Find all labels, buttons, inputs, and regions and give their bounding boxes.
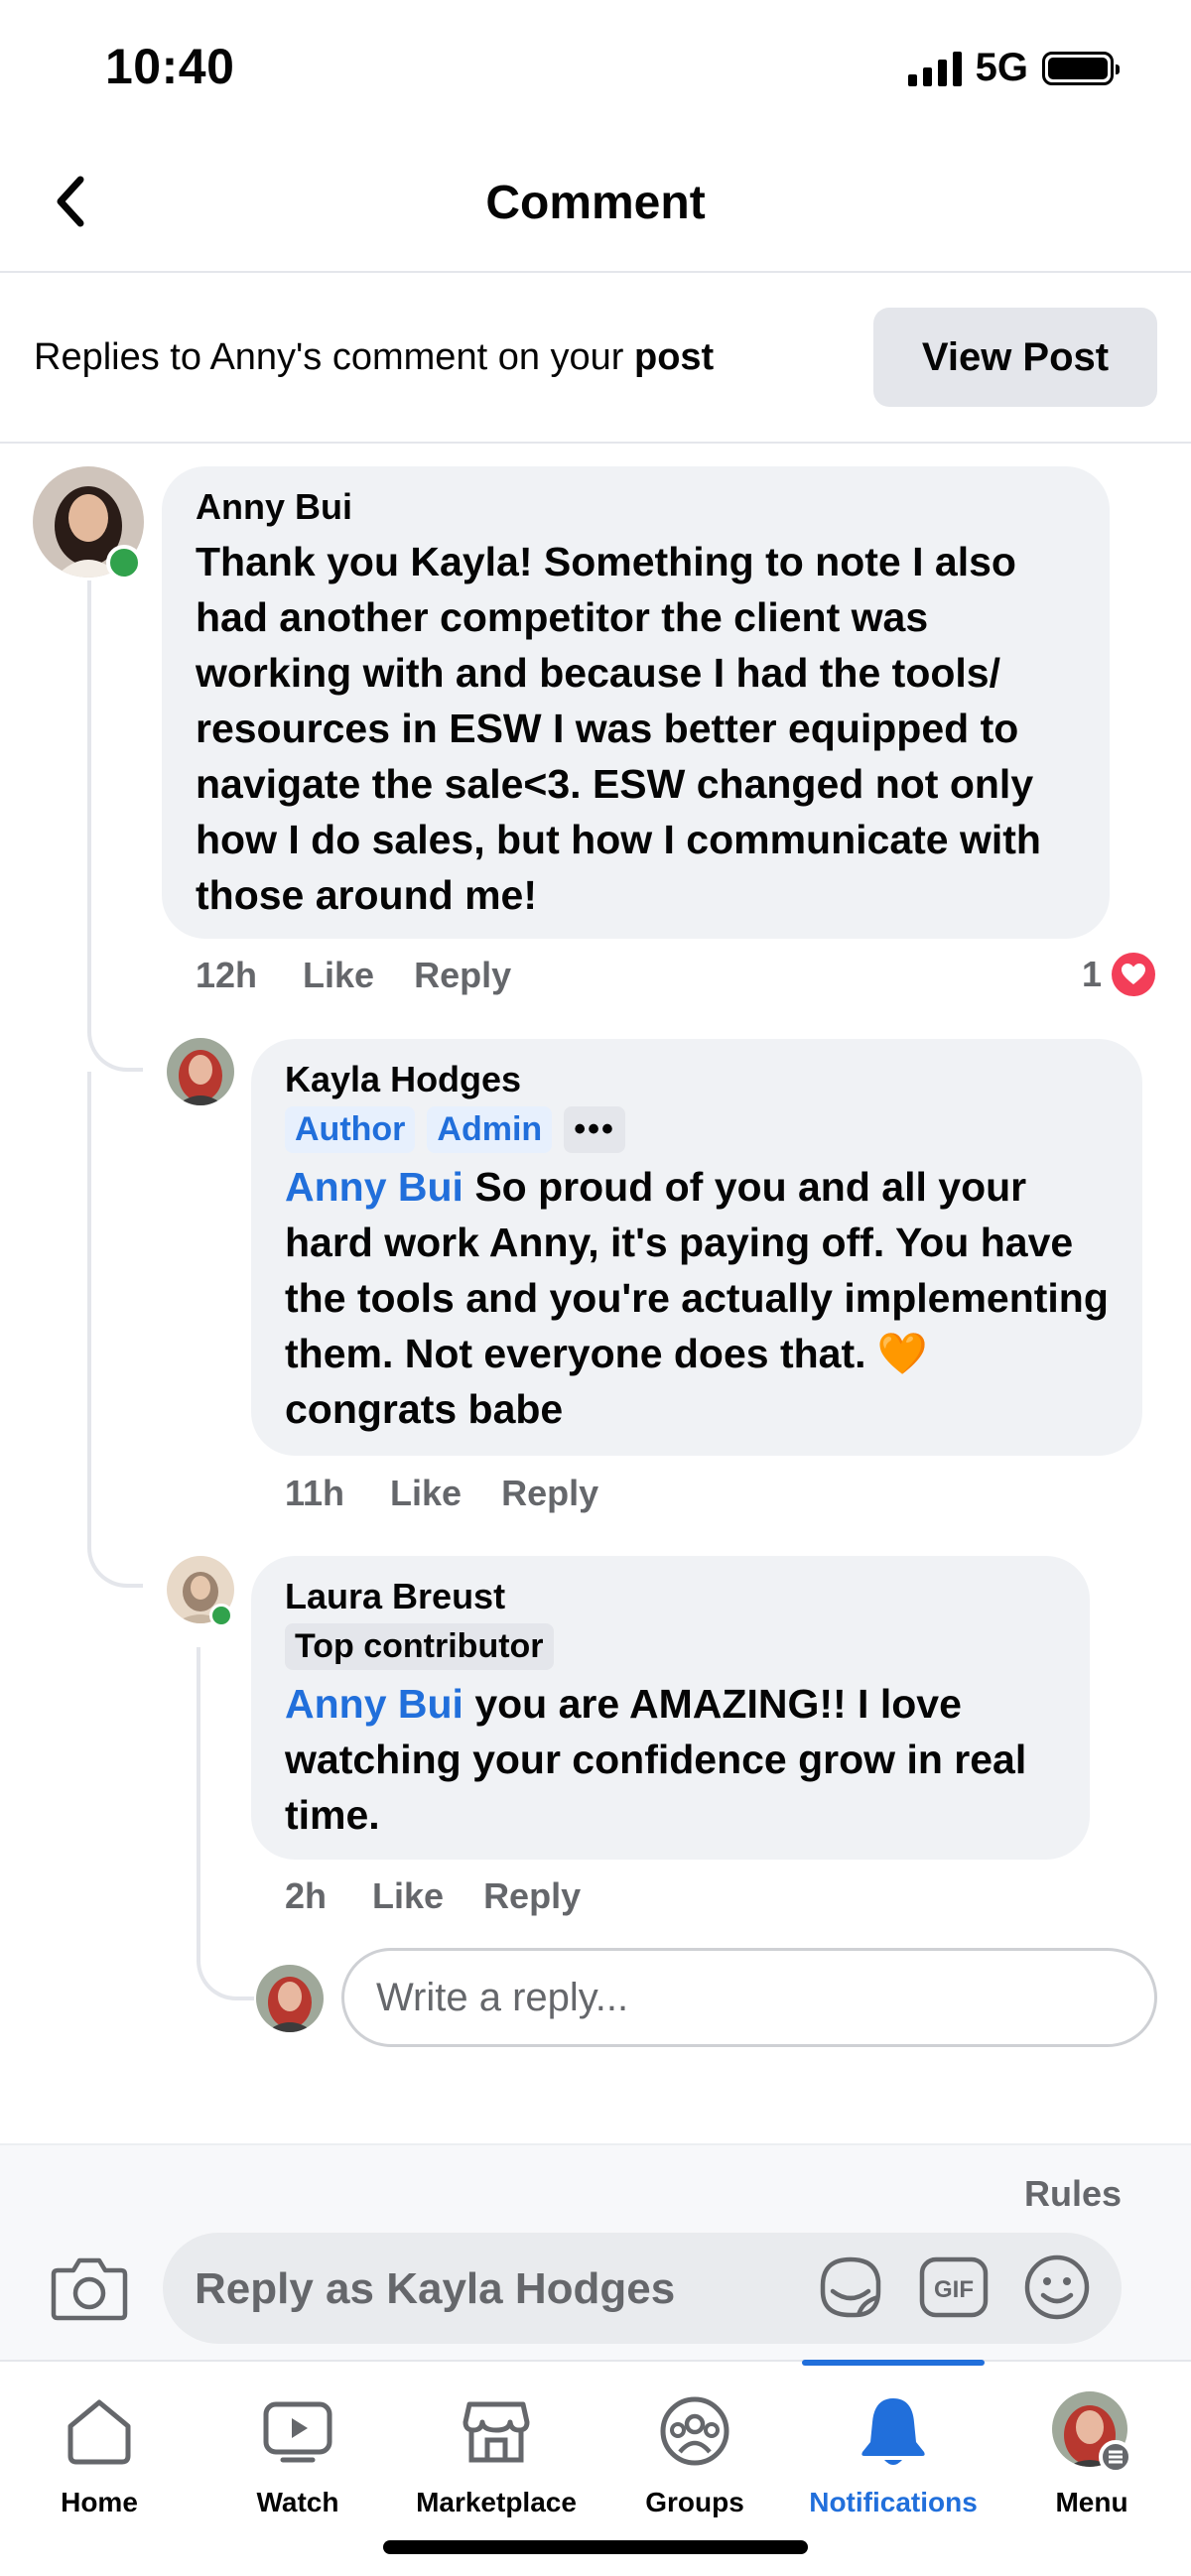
like-button[interactable]: Like	[372, 1875, 444, 1917]
marketplace-icon	[455, 2389, 538, 2473]
emoji-button[interactable]	[1020, 2251, 1094, 2324]
tab-label: Marketplace	[416, 2487, 577, 2517]
composer-area: Rules Reply as Kayla Hodges GIF	[0, 2143, 1191, 2360]
tab-label: Groups	[645, 2487, 744, 2517]
comment-text: Thank you Kayla! Something to note I als…	[196, 539, 1041, 918]
avatar[interactable]	[167, 1038, 234, 1105]
page-title: Comment	[485, 177, 706, 229]
camera-icon	[51, 2257, 128, 2321]
write-reply-input[interactable]: Write a reply...	[341, 1948, 1157, 2047]
tab-menu[interactable]: Menu	[992, 2362, 1191, 2576]
avatar	[256, 1965, 324, 2032]
write-reply-placeholder: Write a reply...	[376, 1975, 629, 2019]
reaction-summary[interactable]: 1	[1082, 953, 1155, 996]
battery-icon	[1042, 51, 1120, 85]
online-status-dot	[106, 545, 142, 580]
reply-button[interactable]: Reply	[501, 1473, 598, 1514]
view-post-button[interactable]: View Post	[873, 308, 1157, 407]
comment-actions: 12h Like Reply	[196, 955, 511, 996]
context-prefix: Replies to Anny's comment on your	[34, 336, 634, 378]
thread-connector	[87, 1002, 143, 1072]
thread-connector	[197, 1647, 254, 2000]
comment-text: Anny Bui So proud of you and all your ha…	[285, 1159, 1109, 1437]
menu-avatar	[1050, 2389, 1133, 2473]
context-bar: Replies to Anny's comment on your post V…	[0, 275, 1191, 444]
tab-label: Watch	[256, 2487, 339, 2517]
admin-badge: Admin	[427, 1106, 553, 1153]
badge-row: Author Admin •••	[285, 1106, 1109, 1153]
comment-text: Anny Bui you are AMAZING!! I love watchi…	[285, 1676, 1056, 1843]
top-nav-bar: Comment	[0, 134, 1191, 273]
sticker-icon	[820, 2256, 881, 2318]
tab-notifications[interactable]: Notifications	[794, 2362, 992, 2576]
thread-line	[87, 580, 91, 1007]
gif-icon: GIF	[919, 2256, 989, 2318]
tab-label: Notifications	[809, 2487, 978, 2517]
comment-composer-input[interactable]: Reply as Kayla Hodges GIF	[163, 2233, 1122, 2344]
camera-button[interactable]	[50, 2253, 129, 2322]
author-badge: Author	[285, 1106, 416, 1153]
comment-actions: 11h Like Reply	[285, 1473, 598, 1514]
context-post-word: post	[634, 336, 715, 378]
comment-bubble[interactable]: Kayla Hodges Author Admin ••• Anny Bui S…	[251, 1039, 1142, 1456]
badge-row: Top contributor	[285, 1623, 1056, 1670]
signal-icon	[907, 51, 962, 86]
avatar-sticker-button[interactable]	[814, 2251, 887, 2324]
mention-link[interactable]: Anny Bui	[285, 1681, 463, 1727]
reply-button[interactable]: Reply	[414, 955, 511, 996]
rules-link[interactable]: Rules	[1024, 2173, 1122, 2215]
online-status-dot	[209, 1604, 233, 1627]
comment-time: 2h	[285, 1875, 328, 1916]
gif-button[interactable]: GIF	[917, 2251, 991, 2324]
tab-watch[interactable]: Watch	[198, 2362, 397, 2576]
comment-time: 12h	[196, 955, 258, 995]
tab-home[interactable]: Home	[0, 2362, 198, 2576]
heart-icon	[1112, 953, 1155, 996]
like-button[interactable]: Like	[303, 955, 374, 996]
mention-link[interactable]: Anny Bui	[285, 1164, 463, 1210]
status-time: 10:40	[105, 39, 235, 94]
home-indicator	[383, 2540, 808, 2554]
comment-author[interactable]: Kayla Hodges	[285, 1059, 1109, 1100]
smiley-icon	[1024, 2254, 1090, 2320]
top-contributor-badge: Top contributor	[285, 1623, 554, 1670]
gif-label: GIF	[934, 2276, 974, 2303]
comment-author[interactable]: Anny Bui	[196, 486, 1076, 528]
comment-time: 11h	[285, 1473, 345, 1513]
status-bar: 10:40 5G	[0, 0, 1191, 134]
reply-button[interactable]: Reply	[483, 1875, 581, 1917]
comment-bubble[interactable]: Anny Bui Thank you Kayla! Something to n…	[162, 466, 1110, 939]
comment-author[interactable]: Laura Breust	[285, 1576, 1056, 1617]
context-text: Replies to Anny's comment on your post	[34, 336, 714, 379]
thread-connector	[87, 1072, 143, 1588]
comment-actions: 2h Like Reply	[285, 1875, 581, 1917]
like-button[interactable]: Like	[390, 1473, 462, 1514]
watch-icon	[256, 2389, 339, 2473]
tab-label: Home	[61, 2487, 138, 2517]
comment-bubble[interactable]: Laura Breust Top contributor Anny Bui yo…	[251, 1556, 1090, 1860]
reaction-count: 1	[1081, 954, 1102, 994]
bell-icon	[852, 2389, 935, 2473]
more-options-button[interactable]: •••	[564, 1106, 625, 1153]
groups-icon	[653, 2389, 736, 2473]
composer-icons: GIF	[814, 2251, 1094, 2324]
composer-placeholder: Reply as Kayla Hodges	[195, 2264, 676, 2313]
status-indicators: 5G	[907, 46, 1120, 90]
tab-label: Menu	[1055, 2487, 1128, 2517]
network-type: 5G	[975, 46, 1028, 89]
home-icon	[58, 2389, 141, 2473]
